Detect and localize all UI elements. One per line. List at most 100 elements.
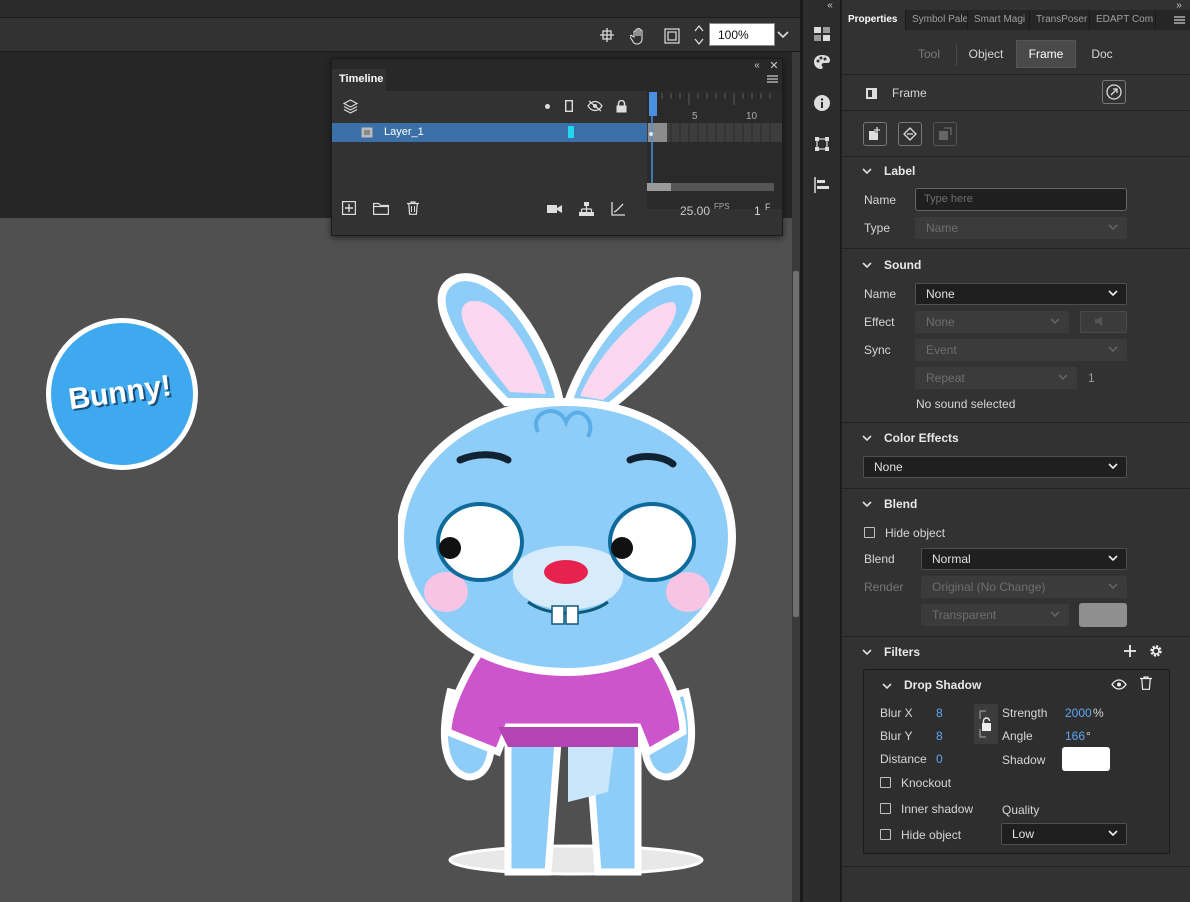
chevron-down-icon[interactable]: [862, 433, 872, 443]
shadow-color-swatch[interactable]: [1062, 747, 1110, 771]
mode-object[interactable]: Object: [958, 40, 1014, 68]
layer-name[interactable]: Layer_1: [384, 126, 424, 138]
chevron-down-icon: [1058, 374, 1068, 381]
trash-icon[interactable]: [1138, 675, 1154, 691]
onion-dot-icon[interactable]: [542, 101, 552, 111]
chevron-down-icon[interactable]: [862, 647, 872, 657]
label-type-dropdown: Name: [915, 217, 1127, 239]
frame-value[interactable]: 1: [754, 204, 761, 218]
trash-icon[interactable]: [405, 200, 421, 216]
stage[interactable]: Bunny! Bunny!: [0, 218, 792, 902]
frame-grid[interactable]: [647, 91, 782, 209]
new-layer-icon[interactable]: [341, 200, 357, 216]
tab-smart-magic[interactable]: Smart Magi: [968, 10, 1030, 30]
color-effects-title[interactable]: Color Effects: [884, 431, 959, 445]
inner-shadow-checkbox[interactable]: [880, 803, 891, 814]
layers-icon[interactable]: [341, 97, 359, 115]
info-icon[interactable]: [812, 93, 832, 113]
close-icon[interactable]: ✕: [768, 59, 780, 72]
transform-icon[interactable]: [812, 134, 832, 154]
sound-section-title[interactable]: Sound: [884, 258, 921, 272]
strength-value[interactable]: 2000: [1065, 706, 1092, 720]
blur-y-value[interactable]: 8: [936, 729, 943, 743]
label-name-input[interactable]: Type here: [915, 188, 1127, 211]
quality-label: Quality: [1002, 803, 1040, 817]
collapse-properties-icon[interactable]: »: [1172, 0, 1186, 11]
palette-icon[interactable]: [812, 52, 832, 72]
sound-status: No sound selected: [916, 397, 1016, 411]
goto-frame-button[interactable]: [1102, 80, 1126, 104]
chevron-down-icon[interactable]: [862, 260, 872, 270]
filter-hide-object-label: Hide object: [901, 828, 962, 842]
parenting-icon[interactable]: [578, 201, 594, 217]
panel-menu-icon[interactable]: [1172, 14, 1186, 26]
label-section-title[interactable]: Label: [884, 164, 915, 178]
color-effects-dropdown[interactable]: None: [863, 456, 1127, 478]
panel-menu-icon[interactable]: [765, 73, 779, 85]
folder-icon[interactable]: [372, 200, 390, 216]
filter-hide-object-checkbox[interactable]: [880, 829, 891, 840]
chevron-down-icon[interactable]: [862, 499, 872, 509]
chevron-down-icon: [1108, 830, 1118, 837]
timeline-panel: Timeline « ✕ 5 10 Layer_1 25.00 FPS 1 F: [331, 58, 783, 236]
collapse-panel-icon[interactable]: «: [750, 59, 764, 71]
zoom-stepper-icon[interactable]: [692, 22, 706, 48]
mode-doc[interactable]: Doc: [1078, 40, 1126, 68]
snap-icon[interactable]: [598, 26, 616, 44]
chevron-down-icon[interactable]: [882, 681, 892, 691]
camera-icon[interactable]: [546, 202, 562, 216]
fps-value[interactable]: 25.00: [680, 204, 710, 218]
quality-dropdown[interactable]: Low: [1001, 823, 1127, 845]
add-filter-icon[interactable]: [1122, 643, 1138, 659]
swatches-icon[interactable]: [812, 24, 832, 44]
bunny-badge[interactable]: Bunny! Bunny!: [44, 316, 200, 472]
knockout-checkbox[interactable]: [880, 777, 891, 788]
tab-transposer[interactable]: TransPoser: [1030, 10, 1090, 30]
distance-value[interactable]: 0: [936, 752, 943, 766]
blend-label: Blend: [864, 552, 895, 566]
eye-icon[interactable]: [1110, 676, 1128, 692]
blur-x-value[interactable]: 8: [936, 706, 943, 720]
eye-hide-icon[interactable]: [586, 99, 604, 113]
link-blur-lock-icon[interactable]: [974, 704, 998, 744]
tab-symbol-palette[interactable]: Symbol Pale: [906, 10, 968, 30]
filters-title[interactable]: Filters: [884, 645, 920, 659]
chevron-down-icon[interactable]: [862, 166, 872, 176]
zoom-input[interactable]: 100%: [709, 23, 775, 46]
chevron-down-icon: [1108, 555, 1118, 562]
expand-panels-icon[interactable]: «: [823, 0, 837, 11]
blur-x-label: Blur X: [880, 706, 913, 720]
sound-effect-dropdown: None: [915, 311, 1069, 333]
insert-keyframe-button[interactable]: [863, 122, 887, 146]
strength-unit: %: [1093, 706, 1104, 720]
sound-name-dropdown[interactable]: None: [915, 283, 1127, 305]
gear-icon[interactable]: [1148, 643, 1164, 659]
transparent-dropdown: Transparent: [921, 604, 1069, 626]
mode-tool[interactable]: Tool: [904, 40, 954, 68]
convert-to-symbol-button[interactable]: [898, 122, 922, 146]
layer-color-swatch[interactable]: [568, 126, 574, 138]
lock-icon[interactable]: [614, 99, 628, 113]
stage-scrollbar[interactable]: [792, 52, 800, 902]
mode-frame[interactable]: Frame: [1016, 40, 1076, 68]
blend-dropdown[interactable]: Normal: [921, 548, 1127, 570]
tab-properties[interactable]: Properties: [842, 10, 906, 30]
timeline-tab[interactable]: Timeline: [332, 69, 386, 91]
graph-icon[interactable]: [610, 201, 626, 217]
hide-object-checkbox[interactable]: [864, 527, 875, 538]
bunny-character[interactable]: [398, 272, 738, 884]
layer-icon: [360, 126, 374, 138]
hand-tool-icon[interactable]: [628, 25, 650, 47]
frame-type-icon: [864, 86, 878, 100]
drop-shadow-title[interactable]: Drop Shadow: [904, 678, 981, 692]
chevron-down-icon: [1108, 463, 1118, 470]
zoom-dropdown-icon[interactable]: [776, 26, 790, 44]
fit-stage-icon[interactable]: [662, 26, 682, 46]
blend-section-title[interactable]: Blend: [884, 497, 917, 511]
background-color-swatch: [1079, 603, 1127, 627]
tab-edapt[interactable]: EDAPT Com: [1090, 10, 1156, 30]
layer-row[interactable]: Layer_1: [332, 123, 647, 142]
align-icon[interactable]: [812, 175, 832, 195]
angle-value[interactable]: 166: [1065, 729, 1085, 743]
outline-icon[interactable]: [563, 99, 575, 113]
